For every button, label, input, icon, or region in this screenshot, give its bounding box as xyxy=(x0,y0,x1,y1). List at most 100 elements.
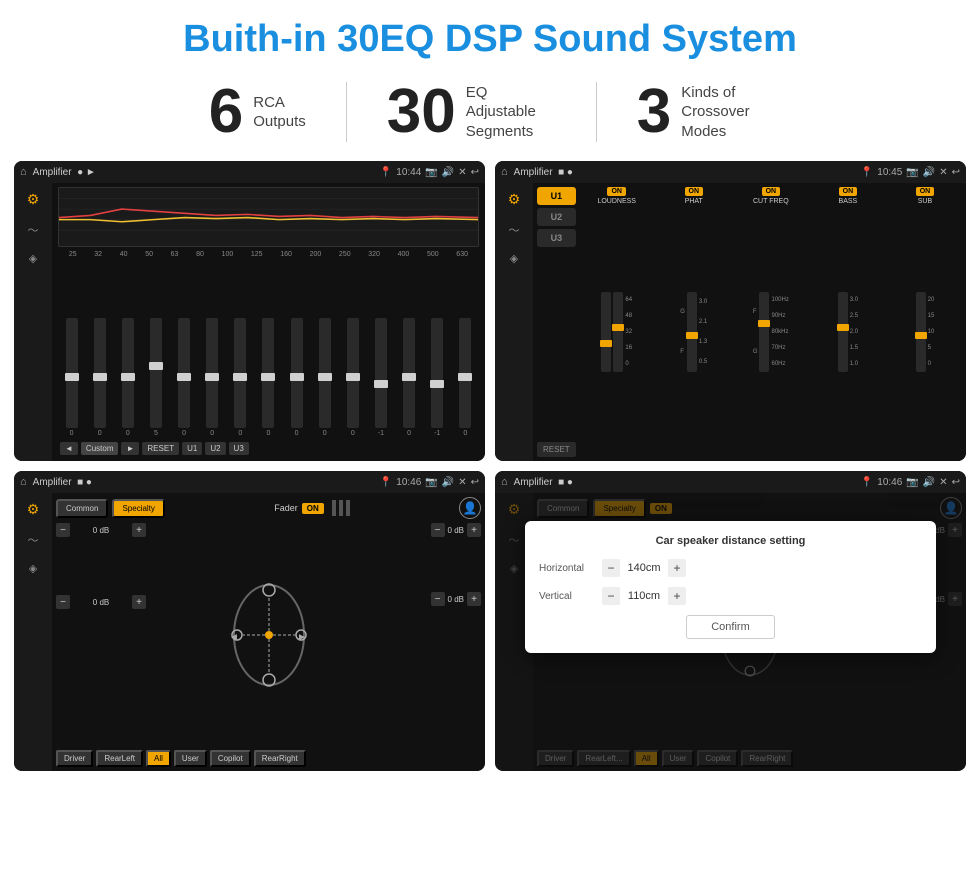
eq-slider-track-14[interactable] xyxy=(459,318,471,428)
fader-wave-icon[interactable]: 〜 xyxy=(28,532,39,548)
fader-avatar-icon[interactable]: 👤 xyxy=(459,497,481,519)
fader-rl-minus[interactable]: − xyxy=(56,595,70,609)
fader-rear-left-btn[interactable]: RearLeft xyxy=(96,750,143,767)
cross-filter-icon[interactable]: ⚙ xyxy=(508,191,521,208)
dist-home-icon[interactable]: ⌂ xyxy=(501,476,508,488)
fader-all-btn[interactable]: All xyxy=(146,750,171,767)
fader-home-icon[interactable]: ⌂ xyxy=(20,476,27,488)
cross-phat-on[interactable]: ON xyxy=(685,187,704,196)
eq-thumb-9[interactable] xyxy=(318,373,332,381)
cross-sub-on[interactable]: ON xyxy=(916,187,935,196)
fader-driver-btn[interactable]: Driver xyxy=(56,750,93,767)
eq-slider-track-2[interactable] xyxy=(122,318,134,428)
eq-slider-track-5[interactable] xyxy=(206,318,218,428)
cross-loudness-on[interactable]: ON xyxy=(607,187,626,196)
dist-horizontal-minus[interactable]: − xyxy=(602,559,620,577)
fader-fr-minus[interactable]: − xyxy=(431,523,445,537)
eq-back-icon[interactable]: ↩ xyxy=(471,167,479,178)
cross-loudness-slider1[interactable] xyxy=(601,292,611,372)
eq-thumb-10[interactable] xyxy=(346,373,360,381)
fader-speaker-icon[interactable]: ◈ xyxy=(29,562,37,575)
dist-bg-on: ON xyxy=(650,503,672,514)
fader-common-tab[interactable]: Common xyxy=(56,499,108,518)
dist-horizontal-plus[interactable]: + xyxy=(668,559,686,577)
eq-prev-btn[interactable]: ◄ xyxy=(60,442,78,455)
eq-u3-btn[interactable]: U3 xyxy=(229,442,249,455)
cross-back-icon[interactable]: ↩ xyxy=(952,167,960,178)
eq-thumb-4[interactable] xyxy=(177,373,191,381)
dist-back-icon[interactable]: ↩ xyxy=(952,477,960,488)
eq-thumb-8[interactable] xyxy=(290,373,304,381)
cross-bass-slider[interactable] xyxy=(838,292,848,372)
cross-sub-thumb[interactable] xyxy=(915,332,927,339)
fader-copilot-btn[interactable]: Copilot xyxy=(210,750,251,767)
cross-bass-thumb[interactable] xyxy=(837,324,849,331)
eq-slider-track-10[interactable] xyxy=(347,318,359,428)
eq-reset-btn[interactable]: RESET xyxy=(142,442,179,455)
eq-wave-icon[interactable]: 〜 xyxy=(28,222,39,238)
fader-back-icon[interactable]: ↩ xyxy=(471,477,479,488)
cross-cutfreq-nums: 100Hz 90Hz 80kHz 70Hz 60Hz xyxy=(771,292,788,372)
cross-bass-on[interactable]: ON xyxy=(839,187,858,196)
eq-slider-track-6[interactable] xyxy=(234,318,246,428)
eq-slider-track-8[interactable] xyxy=(291,318,303,428)
eq-thumb-0[interactable] xyxy=(65,373,79,381)
eq-thumb-5[interactable] xyxy=(205,373,219,381)
fader-rr-plus[interactable]: + xyxy=(467,592,481,606)
fader-rear-right-btn[interactable]: RearRight xyxy=(254,750,306,767)
cross-cutfreq-slider[interactable] xyxy=(759,292,769,372)
eq-slider-track-9[interactable] xyxy=(319,318,331,428)
fader-fl-plus[interactable]: + xyxy=(132,523,146,537)
eq-slider-track-11[interactable] xyxy=(375,318,387,428)
cross-u1-btn[interactable]: U1 xyxy=(537,187,576,205)
eq-slider-track-3[interactable] xyxy=(150,318,162,428)
eq-thumb-6[interactable] xyxy=(233,373,247,381)
cross-phat-slider[interactable] xyxy=(687,292,697,372)
dist-vertical-minus[interactable]: − xyxy=(602,587,620,605)
cross-u3-btn[interactable]: U3 xyxy=(537,229,576,247)
eq-speaker-icon[interactable]: ◈ xyxy=(29,252,37,265)
dist-vertical-plus[interactable]: + xyxy=(668,587,686,605)
cross-wave-icon[interactable]: 〜 xyxy=(509,222,520,238)
fader-fl-minus[interactable]: − xyxy=(56,523,70,537)
cross-loudness-slider2[interactable] xyxy=(613,292,623,372)
fader-on-badge[interactable]: ON xyxy=(302,503,324,514)
cross-loudness-thumb1[interactable] xyxy=(600,340,612,347)
eq-u1-btn[interactable]: U1 xyxy=(182,442,202,455)
cross-u2-btn[interactable]: U2 xyxy=(537,208,576,226)
eq-thumb-11[interactable] xyxy=(374,380,388,388)
eq-slider-track-12[interactable] xyxy=(403,318,415,428)
cross-sub-slider[interactable] xyxy=(916,292,926,372)
eq-filter-icon[interactable]: ⚙ xyxy=(27,191,40,208)
cross-cutfreq-on[interactable]: ON xyxy=(762,187,781,196)
fader-filter-icon[interactable]: ⚙ xyxy=(27,501,40,518)
eq-thumb-13[interactable] xyxy=(430,380,444,388)
eq-slider-track-0[interactable] xyxy=(66,318,78,428)
cross-cutfreq-thumb[interactable] xyxy=(758,320,770,327)
eq-thumb-14[interactable] xyxy=(458,373,472,381)
eq-home-icon[interactable]: ⌂ xyxy=(20,166,27,178)
eq-thumb-12[interactable] xyxy=(402,373,416,381)
cross-speaker-icon[interactable]: ◈ xyxy=(510,252,518,265)
cross-loudness-thumb2[interactable] xyxy=(612,324,624,331)
eq-slider-track-13[interactable] xyxy=(431,318,443,428)
eq-slider-track-7[interactable] xyxy=(262,318,274,428)
fader-fr-plus[interactable]: + xyxy=(467,523,481,537)
eq-u2-btn[interactable]: U2 xyxy=(205,442,225,455)
eq-thumb-1[interactable] xyxy=(93,373,107,381)
eq-thumb-3[interactable] xyxy=(149,362,163,370)
eq-custom-btn[interactable]: Custom xyxy=(81,442,119,455)
fader-rl-plus[interactable]: + xyxy=(132,595,146,609)
cross-reset-btn[interactable]: RESET xyxy=(537,442,576,457)
eq-thumb-7[interactable] xyxy=(261,373,275,381)
cross-home-icon[interactable]: ⌂ xyxy=(501,166,508,178)
distance-confirm-button[interactable]: Confirm xyxy=(686,615,775,639)
fader-rr-minus[interactable]: − xyxy=(431,592,445,606)
cross-phat-thumb[interactable] xyxy=(686,332,698,339)
fader-specialty-tab[interactable]: Specialty xyxy=(112,499,164,518)
eq-thumb-2[interactable] xyxy=(121,373,135,381)
eq-slider-track-1[interactable] xyxy=(94,318,106,428)
fader-user-btn[interactable]: User xyxy=(174,750,207,767)
eq-play-btn[interactable]: ► xyxy=(121,442,139,455)
eq-slider-track-4[interactable] xyxy=(178,318,190,428)
